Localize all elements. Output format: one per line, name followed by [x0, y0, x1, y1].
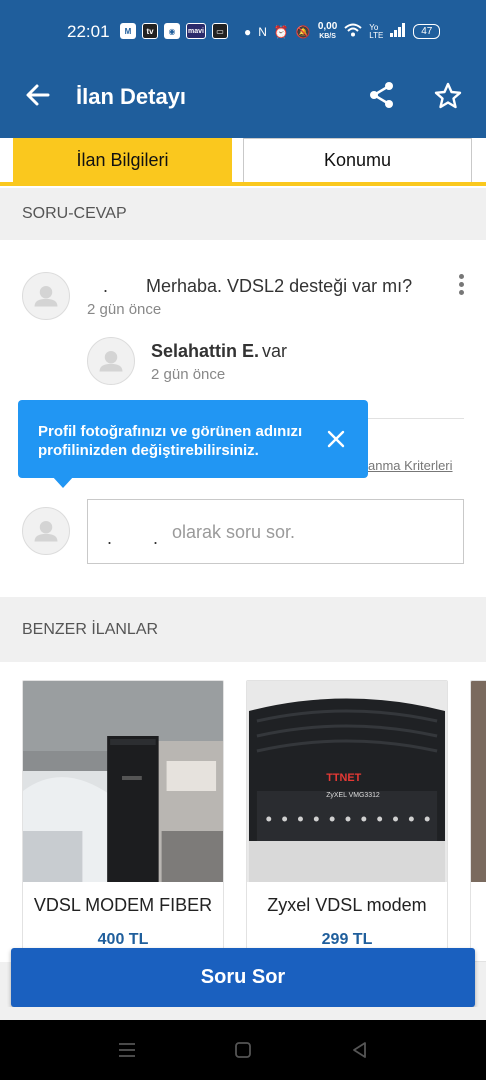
- svg-text:TTNET: TTNET: [326, 772, 361, 784]
- answer-avatar: [87, 337, 135, 385]
- tooltip-tail: [52, 476, 74, 488]
- mail-icon: M: [120, 23, 136, 39]
- app-bar: İlan Detayı: [0, 64, 486, 138]
- person-icon: [34, 520, 58, 542]
- question-user: .: [103, 276, 109, 296]
- question-time: 2 gün önce: [87, 301, 162, 318]
- back-icon[interactable]: [350, 1040, 370, 1060]
- nfc-icon: N: [258, 24, 267, 39]
- question-avatar: [22, 272, 70, 320]
- qa-section-header: SORU-CEVAP: [0, 188, 486, 240]
- tab-bar: İlan Bilgileri Konumu: [0, 138, 486, 188]
- modem-photo-icon: TTNET ZyXEL VMG3312: [247, 681, 447, 882]
- similar-listings: VDSL MODEM FIBER 400 TL TTNET ZyXEL VMG3…: [0, 662, 486, 962]
- input-placeholder: olarak soru sor.: [172, 522, 296, 542]
- answer-text: var: [262, 341, 288, 361]
- app-icon: ▭: [212, 23, 228, 39]
- question-text: Merhaba. VDSL2 desteği var mı?: [146, 276, 413, 296]
- page-title: İlan Detayı: [76, 84, 187, 109]
- answer-user: Selahattin E.: [151, 341, 260, 361]
- criteria-link[interactable]: anma Kriterleri: [368, 458, 453, 473]
- listing-image: [471, 681, 486, 882]
- listing-image: [23, 681, 223, 882]
- clock: 22:01: [67, 22, 110, 41]
- app-icon: ◉: [164, 23, 180, 39]
- listing-title: Zyxel VDSL modem: [267, 895, 427, 915]
- qa-section-title: SORU-CEVAP: [22, 205, 127, 222]
- listing-card-partial[interactable]: [470, 680, 486, 962]
- network-speed: 0,00 KB/S: [317, 21, 338, 41]
- tab-ilan-bilgileri[interactable]: İlan Bilgileri: [13, 138, 232, 182]
- listing-card[interactable]: VDSL MODEM FIBER 400 TL: [22, 680, 224, 962]
- home-icon[interactable]: [233, 1040, 253, 1060]
- notification-icons: M tv ◉ mavi ▭: [120, 23, 228, 39]
- system-icons: ● N ⏰ 🔕 0,00 KB/S Yo LTE 47: [244, 21, 441, 41]
- person-icon: [34, 285, 58, 307]
- tab-konumu[interactable]: Konumu: [243, 138, 472, 182]
- modem-photo-icon: [23, 681, 223, 882]
- signal-icon: [390, 23, 406, 40]
- lte-icon: Yo LTE: [369, 22, 384, 40]
- spacer: [0, 1007, 486, 1020]
- navigation-bar: [0, 1020, 486, 1080]
- ask-question-button[interactable]: Soru Sor: [11, 948, 475, 1007]
- question-input[interactable]: . . olarak soru sor.: [87, 499, 464, 564]
- alarm-icon: ⏰: [273, 24, 289, 39]
- profile-tooltip: Profil fotoğrafınızı ve görünen adınızı …: [18, 400, 368, 488]
- svg-text:ZyXEL VMG3312: ZyXEL VMG3312: [326, 792, 380, 799]
- dot-icon: ●: [244, 24, 252, 39]
- similar-section-header: BENZER İLANLAR: [0, 597, 486, 662]
- current-user-avatar: [22, 507, 70, 555]
- tooltip-text: Profil fotoğrafınızı ve görünen adınızı …: [38, 423, 303, 459]
- similar-section-title: BENZER İLANLAR: [22, 620, 159, 638]
- mavi-icon: mavi: [186, 23, 206, 39]
- close-icon[interactable]: [326, 429, 346, 449]
- status-bar: 22:01 M tv ◉ mavi ▭ ● N ⏰ 🔕 0,00 KB/S Yo …: [0, 0, 486, 64]
- tab-underline: [0, 182, 486, 186]
- listing-title: VDSL MODEM FIBER: [33, 895, 213, 915]
- more-options-icon[interactable]: [456, 274, 466, 298]
- battery-icon: 47: [413, 24, 441, 39]
- person-icon: [99, 350, 123, 372]
- listing-image: TTNET ZyXEL VMG3312: [247, 681, 447, 882]
- favorite-star-icon[interactable]: [433, 81, 463, 111]
- answer-time: 2 gün önce: [151, 366, 226, 383]
- listing-price: 299 TL: [321, 931, 373, 948]
- input-user-name: . .: [107, 528, 177, 548]
- listing-card[interactable]: TTNET ZyXEL VMG3312 Zyxel VDSL modem 299…: [246, 680, 448, 962]
- mute-icon: 🔕: [295, 24, 311, 39]
- wifi-icon: [344, 23, 362, 40]
- tv-icon: tv: [142, 23, 158, 39]
- menu-icon[interactable]: [117, 1040, 137, 1060]
- share-icon[interactable]: [368, 81, 396, 109]
- back-arrow-icon[interactable]: [24, 81, 52, 109]
- listing-price: 400 TL: [97, 931, 149, 948]
